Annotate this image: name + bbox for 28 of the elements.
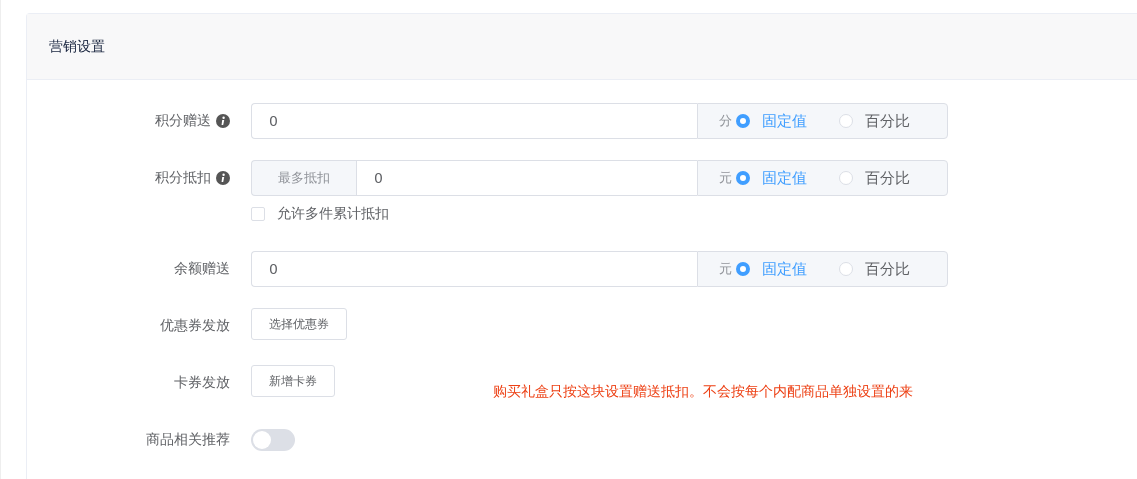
unit-label: 元 bbox=[719, 169, 732, 187]
field-label: 优惠券发放 bbox=[160, 317, 230, 335]
unit-label: 分 bbox=[719, 112, 732, 130]
checkbox[interactable] bbox=[251, 207, 265, 221]
card-title: 营销设置 bbox=[49, 37, 105, 56]
field-label: 积分赠送 bbox=[155, 112, 211, 130]
note-text: 购买礼盒只按这块设置赠送抵扣。不会按每个内配商品单独设置的来 bbox=[493, 383, 913, 401]
radio-option[interactable]: 百分比 bbox=[839, 168, 910, 188]
field-label: 积分抵扣 bbox=[155, 169, 211, 187]
action-button[interactable]: 选择优惠券 bbox=[251, 308, 347, 340]
radio-circle[interactable] bbox=[736, 114, 750, 128]
action-button[interactable]: 新增卡券 bbox=[251, 365, 335, 397]
radio-circle[interactable] bbox=[736, 262, 750, 276]
input-field[interactable]: 0 bbox=[356, 160, 697, 196]
input-prefix: 最多抵扣 bbox=[251, 160, 356, 196]
info-icon[interactable] bbox=[216, 114, 230, 128]
input-field[interactable]: 0 bbox=[251, 103, 697, 139]
field-label: 商品相关推荐 bbox=[146, 431, 230, 449]
unit-label: 元 bbox=[719, 260, 732, 278]
radio-circle[interactable] bbox=[736, 171, 750, 185]
toggle-switch[interactable] bbox=[251, 429, 295, 451]
field-label: 余额赠送 bbox=[174, 260, 230, 278]
field-label: 卡券发放 bbox=[174, 374, 230, 392]
input-field[interactable]: 0 bbox=[251, 251, 697, 287]
radio-option[interactable]: 百分比 bbox=[839, 259, 910, 279]
radio-option[interactable]: 百分比 bbox=[839, 111, 910, 131]
info-icon[interactable] bbox=[216, 171, 230, 185]
checkbox-option[interactable]: 允许多件累计抵扣 bbox=[251, 205, 948, 223]
